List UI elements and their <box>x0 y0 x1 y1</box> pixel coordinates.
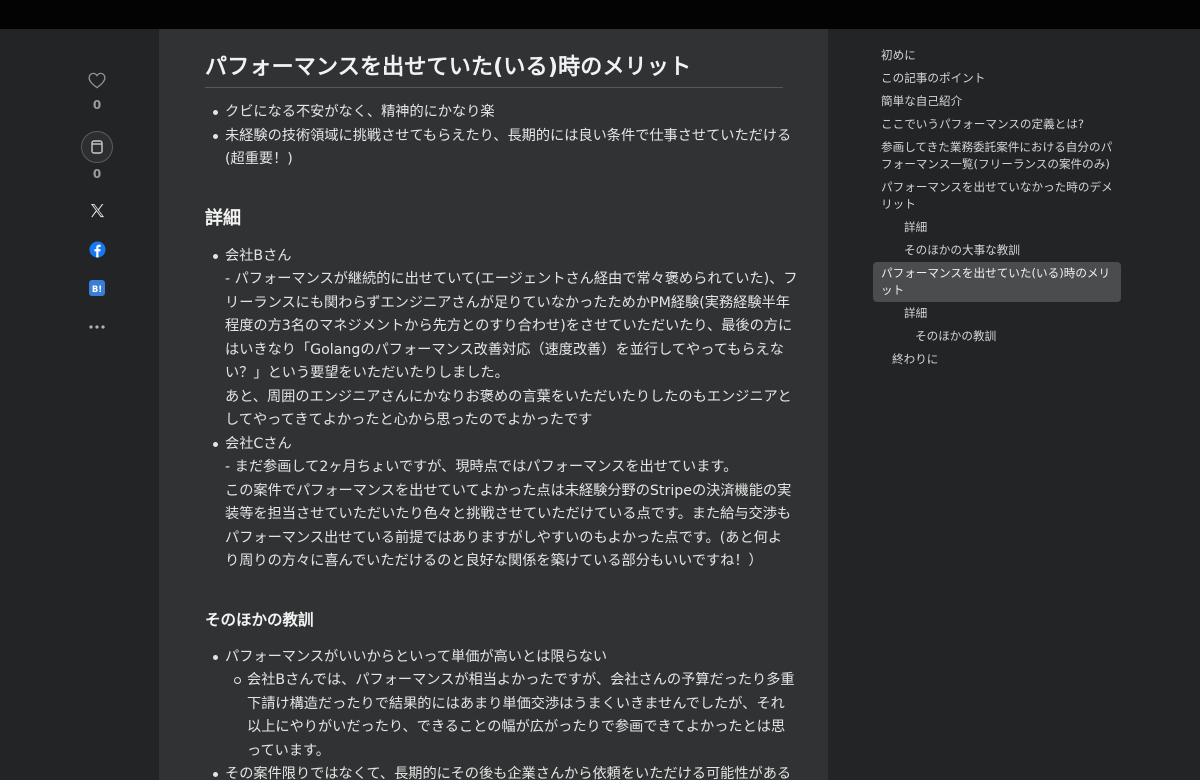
section-heading-merits: パフォーマンスを出せていた(いる)時のメリット <box>205 52 783 88</box>
more-icon[interactable] <box>86 316 108 338</box>
heart-icon[interactable] <box>86 69 108 91</box>
like-group: 0 <box>76 69 118 112</box>
article-body: パフォーマンスを出せていた(いる)時のメリット クビになる不安がなく、精神的にか… <box>159 29 828 780</box>
like-count: 0 <box>92 98 102 112</box>
toc-item-active[interactable]: パフォーマンスを出せていた(いる)時のメリット <box>873 262 1121 302</box>
bookmark-icon[interactable] <box>81 131 113 163</box>
toc-item[interactable]: 詳細 <box>873 216 1121 239</box>
sub-list-item: 会社Bさんでは、パフォーマンスが相当よかったですが、会社さんの予算だったり多重 … <box>234 669 795 763</box>
list-item: 会社Bさん - パフォーマンスが継続的に出せていて(エージェントさん経由で常々褒… <box>213 245 798 433</box>
list-item: パフォーマンスがいいからといって単価が高いとは限らない 会社Bさんでは、パフォー… <box>213 646 795 764</box>
toc-item[interactable]: そのほかの教訓 <box>873 325 1121 348</box>
company-name: 会社Bさん <box>225 247 292 264</box>
x-share <box>76 199 118 221</box>
article-content: パフォーマンスを出せていた(いる)時のメリット クビになる不安がなく、精神的にか… <box>205 52 798 780</box>
toc-item[interactable]: この記事のポイント <box>873 67 1121 90</box>
toc-item[interactable]: 詳細 <box>873 302 1121 325</box>
more-share <box>76 316 118 338</box>
save-count: 0 <box>92 167 102 181</box>
hatena-share: B! <box>76 277 118 299</box>
list-item: その案件限りではなくて、長期的にその後も企業さんから依頼をいただける可能性がある <box>213 763 791 780</box>
save-group: 0 <box>76 131 118 181</box>
merits-list: クビになる不安がなく、精神的にかなり楽 未経験の技術領域に挑戦させてもらえたり、… <box>213 101 791 172</box>
hatena-bookmark-icon[interactable]: B! <box>86 277 108 299</box>
list-item: 未経験の技術領域に挑戦させてもらえたり、長期的には良い条件で仕事させていただける… <box>213 125 791 172</box>
sub-list: 会社Bさんでは、パフォーマンスが相当よかったですが、会社さんの予算だったり多重 … <box>234 669 795 763</box>
other-lessons-heading: そのほかの教訓 <box>205 610 314 629</box>
toc-item[interactable]: パフォーマンスを出せていなかった時のデメリット <box>873 176 1121 216</box>
list-item: クビになる不安がなく、精神的にかなり楽 <box>213 101 783 125</box>
detail-heading: 詳細 <box>205 207 241 229</box>
company-name: 会社Cさん <box>225 435 292 452</box>
toc-item[interactable]: 終わりに <box>873 348 1121 371</box>
svg-text:B!: B! <box>92 285 102 295</box>
toc-item[interactable]: ここでいうパフォーマンスの定義とは? <box>873 113 1121 136</box>
toc-item[interactable]: 参画してきた業務委託案件における自分のパフォーマンス一覧(フリーランスの案件のみ… <box>873 136 1121 176</box>
toc-item[interactable]: そのほかの大事な教訓 <box>873 239 1121 262</box>
toc-item[interactable]: 簡単な自己紹介 <box>873 90 1121 113</box>
list-item: 会社Cさん - まだ参画して2ヶ月ちょいですが、現時点ではパフォーマンスを出せて… <box>213 433 791 574</box>
companies-list: 会社Bさん - パフォーマンスが継続的に出せていて(エージェントさん経由で常々褒… <box>213 245 798 574</box>
x-logo-icon[interactable] <box>86 199 108 221</box>
browser-top-bar <box>0 0 1200 29</box>
facebook-icon[interactable] <box>86 238 108 260</box>
lessons-list: パフォーマンスがいいからといって単価が高いとは限らない 会社Bさんでは、パフォー… <box>213 646 795 780</box>
toc-item[interactable]: 初めに <box>873 44 1121 67</box>
table-of-contents: 初めに この記事のポイント 簡単な自己紹介 ここでいうパフォーマンスの定義とは?… <box>873 44 1121 371</box>
facebook-share <box>76 238 118 260</box>
